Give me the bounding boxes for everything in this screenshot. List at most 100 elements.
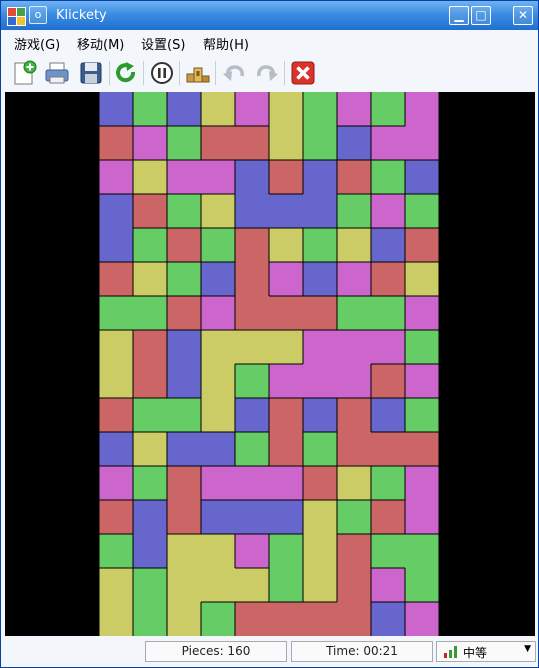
tile-green[interactable] <box>337 296 372 331</box>
tile-green[interactable] <box>167 194 202 229</box>
tile-blue[interactable] <box>99 228 134 263</box>
tile-green[interactable] <box>133 398 168 433</box>
tile-magenta[interactable] <box>405 602 439 636</box>
tile-yellow[interactable] <box>303 534 338 569</box>
minimize-button[interactable]: ▁ <box>449 6 469 25</box>
tile-magenta[interactable] <box>405 126 439 161</box>
tile-red[interactable] <box>235 126 270 161</box>
tile-yellow[interactable] <box>133 432 168 467</box>
tile-magenta[interactable] <box>201 466 236 501</box>
tile-green[interactable] <box>371 466 406 501</box>
tile-yellow[interactable] <box>167 602 202 636</box>
tile-magenta[interactable] <box>371 568 406 603</box>
tile-magenta[interactable] <box>99 160 134 195</box>
tile-blue[interactable] <box>235 194 270 229</box>
tile-blue[interactable] <box>99 194 134 229</box>
tile-green[interactable] <box>405 534 439 569</box>
tile-yellow[interactable] <box>269 92 304 127</box>
tile-blue[interactable] <box>99 432 134 467</box>
tile-red[interactable] <box>337 568 372 603</box>
tile-yellow[interactable] <box>99 330 134 365</box>
new-game-button[interactable] <box>10 59 38 87</box>
tile-green[interactable] <box>133 92 168 127</box>
maximize-button[interactable]: □ <box>471 6 491 25</box>
tile-green[interactable] <box>201 602 236 636</box>
tile-red[interactable] <box>303 602 338 636</box>
tile-yellow[interactable] <box>337 466 372 501</box>
tile-blue[interactable] <box>371 398 406 433</box>
tile-red[interactable] <box>337 432 372 467</box>
tile-red[interactable] <box>235 296 270 331</box>
tile-magenta[interactable] <box>337 330 372 365</box>
tile-yellow[interactable] <box>269 330 304 365</box>
tile-magenta[interactable] <box>235 534 270 569</box>
tile-green[interactable] <box>133 568 168 603</box>
pause-button[interactable] <box>148 59 176 87</box>
title-bar[interactable]: o Klickety ▁ □ ✕ <box>1 1 538 30</box>
tile-blue[interactable] <box>201 432 236 467</box>
tile-yellow[interactable] <box>269 228 304 263</box>
tile-green[interactable] <box>303 432 338 467</box>
tile-yellow[interactable] <box>99 602 134 636</box>
tile-green[interactable] <box>371 534 406 569</box>
tile-magenta[interactable] <box>201 160 236 195</box>
tile-blue[interactable] <box>303 398 338 433</box>
tile-magenta[interactable] <box>337 262 372 297</box>
close-button[interactable]: ✕ <box>513 6 533 25</box>
tile-green[interactable] <box>235 432 270 467</box>
tile-magenta[interactable] <box>167 160 202 195</box>
tile-green[interactable] <box>405 194 439 229</box>
tile-yellow[interactable] <box>303 500 338 535</box>
tile-red[interactable] <box>99 262 134 297</box>
highscores-button[interactable] <box>184 59 212 87</box>
tile-magenta[interactable] <box>269 364 304 399</box>
tile-red[interactable] <box>337 398 372 433</box>
tile-red[interactable] <box>133 330 168 365</box>
tile-green[interactable] <box>405 398 439 433</box>
tile-green[interactable] <box>269 534 304 569</box>
tile-red[interactable] <box>269 602 304 636</box>
tile-red[interactable] <box>371 262 406 297</box>
tile-red[interactable] <box>337 160 372 195</box>
tile-green[interactable] <box>133 296 168 331</box>
tile-red[interactable] <box>269 160 304 195</box>
tile-red[interactable] <box>405 228 439 263</box>
tile-yellow[interactable] <box>201 92 236 127</box>
tile-magenta[interactable] <box>235 92 270 127</box>
tile-magenta[interactable] <box>405 92 439 127</box>
tile-green[interactable] <box>133 602 168 636</box>
tile-yellow[interactable] <box>167 534 202 569</box>
tile-yellow[interactable] <box>133 262 168 297</box>
tile-yellow[interactable] <box>167 568 202 603</box>
tile-magenta[interactable] <box>133 126 168 161</box>
tile-blue[interactable] <box>167 364 202 399</box>
menu-move[interactable]: 移动(M) <box>77 34 124 53</box>
tile-blue[interactable] <box>99 92 134 127</box>
tile-red[interactable] <box>133 194 168 229</box>
tile-red[interactable] <box>303 466 338 501</box>
tile-green[interactable] <box>371 92 406 127</box>
tile-yellow[interactable] <box>235 330 270 365</box>
tile-red[interactable] <box>371 432 406 467</box>
tile-blue[interactable] <box>269 500 304 535</box>
tile-yellow[interactable] <box>337 228 372 263</box>
tile-green[interactable] <box>405 568 439 603</box>
tile-red[interactable] <box>133 364 168 399</box>
tile-magenta[interactable] <box>303 364 338 399</box>
tile-blue[interactable] <box>201 262 236 297</box>
window-menu-icon[interactable]: o <box>29 6 47 24</box>
tile-magenta[interactable] <box>371 194 406 229</box>
tile-blue[interactable] <box>303 262 338 297</box>
tile-magenta[interactable] <box>235 466 270 501</box>
tile-magenta[interactable] <box>269 466 304 501</box>
tile-red[interactable] <box>201 126 236 161</box>
tile-blue[interactable] <box>235 500 270 535</box>
tile-yellow[interactable] <box>201 568 236 603</box>
tile-green[interactable] <box>371 160 406 195</box>
tile-green[interactable] <box>167 126 202 161</box>
tile-red[interactable] <box>167 466 202 501</box>
tile-yellow[interactable] <box>201 534 236 569</box>
tile-red[interactable] <box>235 228 270 263</box>
tile-green[interactable] <box>99 534 134 569</box>
tile-blue[interactable] <box>303 194 338 229</box>
